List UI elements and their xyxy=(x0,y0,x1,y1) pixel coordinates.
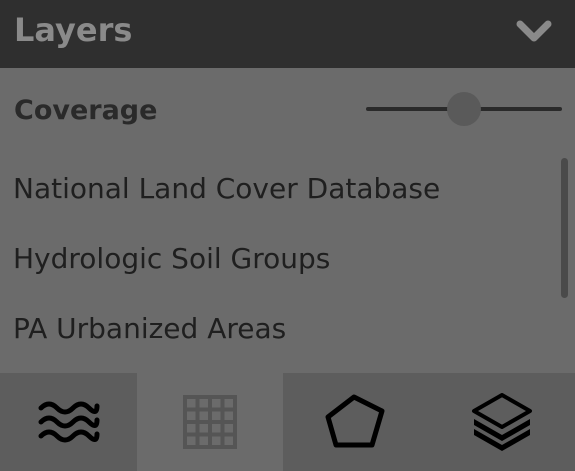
coverage-label: Coverage xyxy=(14,95,158,126)
grid-icon xyxy=(183,395,237,449)
layer-item-hydrologic-soil-groups[interactable]: Hydrologic Soil Groups xyxy=(13,242,330,276)
layer-item-national-land-cover[interactable]: National Land Cover Database xyxy=(13,172,440,206)
tab-waves[interactable] xyxy=(0,373,137,471)
tab-layers[interactable] xyxy=(428,373,575,471)
panel-header: Layers xyxy=(0,0,575,68)
panel-title: Layers xyxy=(14,11,133,49)
layer-item-pa-urbanized-areas[interactable]: PA Urbanized Areas xyxy=(13,312,286,346)
tab-polygon[interactable] xyxy=(283,373,428,471)
layer-list: National Land Cover Database Hydrologic … xyxy=(0,152,575,370)
layers-panel: Layers Coverage National Land Cover Data… xyxy=(0,0,575,471)
chevron-down-icon xyxy=(516,20,552,42)
collapse-toggle-button[interactable] xyxy=(508,14,560,50)
layer-list-scrollbar[interactable] xyxy=(561,158,568,298)
tab-grid[interactable] xyxy=(137,373,283,471)
pentagon-icon xyxy=(325,394,384,448)
layers-stack-icon xyxy=(471,393,532,451)
coverage-slider[interactable] xyxy=(366,90,562,128)
waves-icon xyxy=(38,401,99,443)
slider-thumb[interactable] xyxy=(447,92,481,126)
bottom-tab-bar xyxy=(0,373,575,471)
